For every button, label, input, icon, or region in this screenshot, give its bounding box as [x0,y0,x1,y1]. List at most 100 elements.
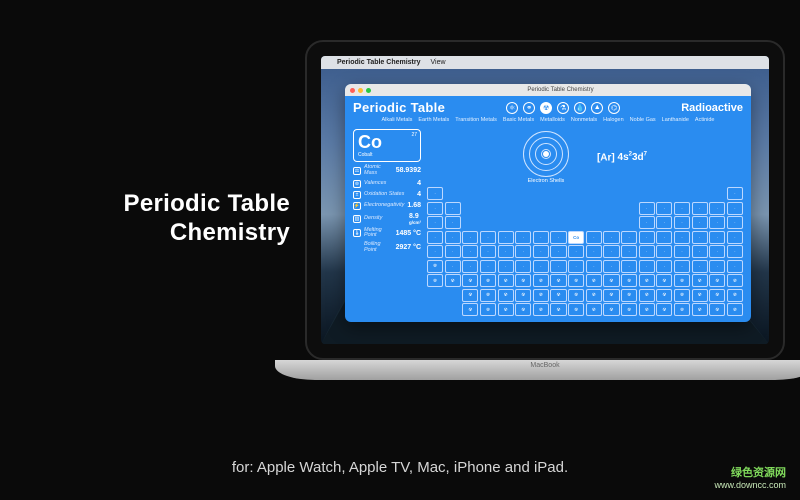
ptable-cell[interactable]: · [445,260,461,273]
ptable-cell[interactable]: ☢ [603,289,619,302]
ptable-cell[interactable]: ☢ [727,274,743,287]
ptable-cell[interactable]: · [621,245,637,258]
menubar-view[interactable]: View [431,59,446,66]
ptable-cell[interactable]: ☢ [533,303,549,316]
ptable-cell[interactable]: ☢ [656,303,672,316]
ptable-cell[interactable]: · [656,231,672,244]
ptable-cell[interactable]: ☢ [550,303,566,316]
ptable-cell[interactable]: ☢ [709,274,725,287]
ptable-cell[interactable]: · [568,260,584,273]
ptable-cell[interactable]: ☢ [727,303,743,316]
ptable-cell[interactable]: · [515,260,531,273]
ptable-cell[interactable]: ☢ [621,303,637,316]
ptable-cell[interactable]: ☢ [498,274,514,287]
ptable-cell[interactable]: · [586,260,602,273]
ptable-cell[interactable]: ☢ [656,289,672,302]
ptable-cell[interactable]: · [692,245,708,258]
ptable-cell[interactable]: · [639,231,655,244]
category-halogen[interactable]: Halogen [603,117,624,123]
ptable-cell[interactable]: · [709,245,725,258]
ptable-cell[interactable]: · [674,245,690,258]
ptable-cell[interactable]: · [639,245,655,258]
ptable-cell[interactable]: · [515,245,531,258]
element-tile[interactable]: 27 Co Cobalt [353,129,421,162]
ptable-cell[interactable]: ☢ [498,289,514,302]
ptable-cell[interactable]: · [727,245,743,258]
ptable-cell[interactable]: · [498,260,514,273]
ptable-cell[interactable]: · [727,216,743,229]
ptable-cell[interactable]: ☢ [515,303,531,316]
ptable-cell[interactable]: · [692,260,708,273]
ptable-cell[interactable]: ☢ [445,274,461,287]
ptable-cell[interactable]: · [603,231,619,244]
ptable-cell[interactable]: · [709,260,725,273]
flame-filter-icon[interactable]: ▲ [591,102,603,114]
ptable-cell[interactable]: · [445,216,461,229]
ptable-cell[interactable]: · [656,216,672,229]
ptable-cell[interactable]: ☢ [550,289,566,302]
category-actinide[interactable]: Actinide [695,117,715,123]
ptable-cell[interactable]: · [639,216,655,229]
ptable-cell[interactable]: · [533,260,549,273]
ptable-cell[interactable]: ☢ [674,289,690,302]
maximize-icon[interactable] [366,88,371,93]
ptable-cell[interactable]: · [656,260,672,273]
ptable-cell[interactable]: · [727,231,743,244]
ptable-cell[interactable]: · [727,187,743,200]
ptable-cell[interactable]: ☢ [674,274,690,287]
ptable-cell[interactable]: · [656,245,672,258]
ptable-cell[interactable]: ☢ [568,289,584,302]
ptable-cell[interactable]: · [498,231,514,244]
bond-filter-icon[interactable]: ⚭ [523,102,535,114]
category-lanthanide[interactable]: Lanthanide [662,117,689,123]
ptable-cell[interactable]: ☢ [427,260,443,273]
ptable-cell[interactable]: ☢ [462,289,478,302]
ptable-cell[interactable]: · [639,202,655,215]
ptable-cell[interactable]: ☢ [639,289,655,302]
ptable-cell[interactable]: · [498,245,514,258]
ptable-cell[interactable]: · [674,216,690,229]
ptable-cell[interactable]: ☢ [692,289,708,302]
ptable-cell[interactable]: ☢ [709,289,725,302]
ptable-cell[interactable]: · [445,245,461,258]
ptable-cell[interactable]: · [462,260,478,273]
ptable-cell[interactable]: · [621,260,637,273]
macos-menubar[interactable]: Periodic Table Chemistry View [321,56,769,69]
ptable-cell[interactable]: ☢ [586,303,602,316]
ptable-cell[interactable]: · [550,231,566,244]
ptable-cell[interactable]: · [480,245,496,258]
ptable-cell[interactable]: ☢ [568,303,584,316]
ptable-cell[interactable]: ☢ [427,274,443,287]
ptable-cell[interactable]: ☢ [462,303,478,316]
ptable-cell[interactable]: ☢ [692,303,708,316]
ptable-cell[interactable]: · [692,216,708,229]
ptable-cell[interactable]: · [603,245,619,258]
ptable-cell[interactable]: ☢ [498,303,514,316]
ptable-cell[interactable]: · [533,231,549,244]
ptable-cell[interactable]: · [586,231,602,244]
radiation-filter-icon[interactable]: ☢ [540,102,552,114]
category-metalloids[interactable]: Metalloids [540,117,565,123]
ptable-cell[interactable]: ☢ [586,289,602,302]
ptable-cell[interactable]: · [709,231,725,244]
ptable-cell[interactable]: · [515,231,531,244]
ptable-cell[interactable]: · [427,216,443,229]
ptable-cell[interactable]: ☢ [480,303,496,316]
ptable-cell[interactable]: · [462,245,478,258]
ptable-cell[interactable]: · [692,231,708,244]
ptable-cell[interactable]: ☢ [568,274,584,287]
ptable-cell[interactable]: · [427,202,443,215]
ptable-cell[interactable]: ☢ [656,274,672,287]
ptable-cell[interactable]: · [727,202,743,215]
ptable-cell[interactable]: · [462,231,478,244]
ptable-cell[interactable]: ☢ [462,274,478,287]
ptable-cell[interactable]: ☢ [709,303,725,316]
ptable-cell[interactable]: Co [568,231,584,244]
atom-filter-icon[interactable]: ⚛ [506,102,518,114]
ptable-cell[interactable]: ☢ [586,274,602,287]
ptable-cell[interactable]: ☢ [533,274,549,287]
ptable-cell[interactable]: ☢ [533,289,549,302]
ptable-cell[interactable]: ☢ [621,274,637,287]
minimize-icon[interactable] [358,88,363,93]
ptable-cell[interactable]: ☢ [515,289,531,302]
